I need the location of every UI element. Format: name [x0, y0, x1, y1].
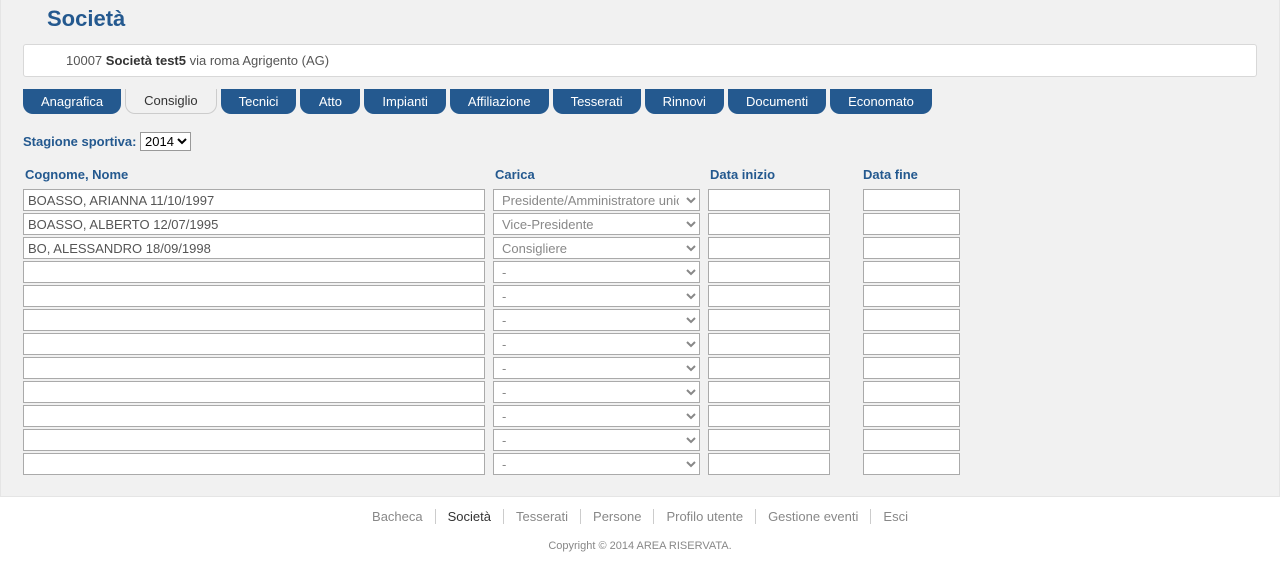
col-header-name: Cognome, Nome: [23, 163, 493, 188]
date-end-input[interactable]: [863, 309, 960, 331]
footer-link-società[interactable]: Società: [436, 509, 504, 524]
footer-link-profilo-utente[interactable]: Profilo utente: [654, 509, 756, 524]
season-select[interactable]: 2014: [140, 132, 191, 151]
date-start-input[interactable]: [708, 429, 830, 451]
tab-impianti[interactable]: Impianti: [364, 89, 446, 114]
table-row: -Presidente/Amministratore unicoVice-Pre…: [23, 236, 1257, 260]
table-row: -Presidente/Amministratore unicoVice-Pre…: [23, 428, 1257, 452]
role-select[interactable]: -Presidente/Amministratore unicoVice-Pre…: [493, 333, 700, 355]
role-select[interactable]: -Presidente/Amministratore unicoVice-Pre…: [493, 261, 700, 283]
date-end-input[interactable]: [863, 357, 960, 379]
company-summary: 10007 Società test5 via roma Agrigento (…: [23, 44, 1257, 77]
name-input[interactable]: [23, 213, 485, 235]
date-end-input[interactable]: [863, 213, 960, 235]
date-end-input[interactable]: [863, 261, 960, 283]
date-end-input[interactable]: [863, 429, 960, 451]
role-select[interactable]: -Presidente/Amministratore unicoVice-Pre…: [493, 381, 700, 403]
company-name: Società test5: [106, 53, 186, 68]
date-start-input[interactable]: [708, 261, 830, 283]
role-select[interactable]: -Presidente/Amministratore unicoVice-Pre…: [493, 357, 700, 379]
company-code: 10007: [66, 53, 102, 68]
col-header-role: Carica: [493, 163, 708, 188]
footer-nav: BachecaSocietàTesseratiPersoneProfilo ut…: [360, 509, 920, 524]
council-table: Cognome, Nome Carica Data inizio Data fi…: [23, 163, 1257, 476]
table-row: -Presidente/Amministratore unicoVice-Pre…: [23, 188, 1257, 212]
name-input[interactable]: [23, 357, 485, 379]
date-start-input[interactable]: [708, 381, 830, 403]
role-select[interactable]: -Presidente/Amministratore unicoVice-Pre…: [493, 453, 700, 475]
table-row: -Presidente/Amministratore unicoVice-Pre…: [23, 212, 1257, 236]
date-end-input[interactable]: [863, 285, 960, 307]
name-input[interactable]: [23, 453, 485, 475]
tab-consiglio[interactable]: Consiglio: [125, 89, 216, 114]
tab-documenti[interactable]: Documenti: [728, 89, 826, 114]
date-end-input[interactable]: [863, 237, 960, 259]
date-end-input[interactable]: [863, 333, 960, 355]
page-title: Società: [23, 0, 1257, 44]
role-select[interactable]: -Presidente/Amministratore unicoVice-Pre…: [493, 429, 700, 451]
role-select[interactable]: -Presidente/Amministratore unicoVice-Pre…: [493, 189, 700, 211]
tab-affiliazione[interactable]: Affiliazione: [450, 89, 549, 114]
table-row: -Presidente/Amministratore unicoVice-Pre…: [23, 452, 1257, 476]
name-input[interactable]: [23, 189, 485, 211]
footer: BachecaSocietàTesseratiPersoneProfilo ut…: [0, 496, 1280, 530]
date-end-input[interactable]: [863, 381, 960, 403]
tab-anagrafica[interactable]: Anagrafica: [23, 89, 121, 114]
name-input[interactable]: [23, 261, 485, 283]
name-input[interactable]: [23, 333, 485, 355]
footer-link-esci[interactable]: Esci: [871, 509, 920, 524]
tab-atto[interactable]: Atto: [300, 89, 360, 114]
date-end-input[interactable]: [863, 453, 960, 475]
date-start-input[interactable]: [708, 309, 830, 331]
table-row: -Presidente/Amministratore unicoVice-Pre…: [23, 308, 1257, 332]
role-select[interactable]: -Presidente/Amministratore unicoVice-Pre…: [493, 213, 700, 235]
name-input[interactable]: [23, 309, 485, 331]
season-label: Stagione sportiva:: [23, 134, 136, 149]
footer-link-gestione-eventi[interactable]: Gestione eventi: [756, 509, 871, 524]
table-row: -Presidente/Amministratore unicoVice-Pre…: [23, 332, 1257, 356]
table-row: -Presidente/Amministratore unicoVice-Pre…: [23, 284, 1257, 308]
name-input[interactable]: [23, 237, 485, 259]
name-input[interactable]: [23, 285, 485, 307]
footer-link-persone[interactable]: Persone: [581, 509, 654, 524]
col-header-start: Data inizio: [708, 163, 838, 188]
tab-bar: AnagraficaConsiglioTecniciAttoImpiantiAf…: [23, 89, 1257, 114]
name-input[interactable]: [23, 381, 485, 403]
table-row: -Presidente/Amministratore unicoVice-Pre…: [23, 380, 1257, 404]
role-select[interactable]: -Presidente/Amministratore unicoVice-Pre…: [493, 405, 700, 427]
company-address: via roma Agrigento (AG): [190, 53, 329, 68]
tab-tesserati[interactable]: Tesserati: [553, 89, 641, 114]
tab-rinnovi[interactable]: Rinnovi: [645, 89, 724, 114]
date-start-input[interactable]: [708, 357, 830, 379]
role-select[interactable]: -Presidente/Amministratore unicoVice-Pre…: [493, 309, 700, 331]
tab-tecnici[interactable]: Tecnici: [221, 89, 297, 114]
date-end-input[interactable]: [863, 189, 960, 211]
name-input[interactable]: [23, 405, 485, 427]
col-header-end: Data fine: [838, 163, 968, 188]
tab-economato[interactable]: Economato: [830, 89, 932, 114]
date-start-input[interactable]: [708, 405, 830, 427]
footer-link-bacheca[interactable]: Bacheca: [360, 509, 436, 524]
copyright: Copyright © 2014 AREA RISERVATA.: [0, 530, 1280, 560]
date-start-input[interactable]: [708, 237, 830, 259]
table-row: -Presidente/Amministratore unicoVice-Pre…: [23, 404, 1257, 428]
date-end-input[interactable]: [863, 405, 960, 427]
name-input[interactable]: [23, 429, 485, 451]
date-start-input[interactable]: [708, 213, 830, 235]
date-start-input[interactable]: [708, 333, 830, 355]
date-start-input[interactable]: [708, 285, 830, 307]
role-select[interactable]: -Presidente/Amministratore unicoVice-Pre…: [493, 237, 700, 259]
date-start-input[interactable]: [708, 189, 830, 211]
date-start-input[interactable]: [708, 453, 830, 475]
footer-link-tesserati[interactable]: Tesserati: [504, 509, 581, 524]
role-select[interactable]: -Presidente/Amministratore unicoVice-Pre…: [493, 285, 700, 307]
table-row: -Presidente/Amministratore unicoVice-Pre…: [23, 260, 1257, 284]
table-row: -Presidente/Amministratore unicoVice-Pre…: [23, 356, 1257, 380]
